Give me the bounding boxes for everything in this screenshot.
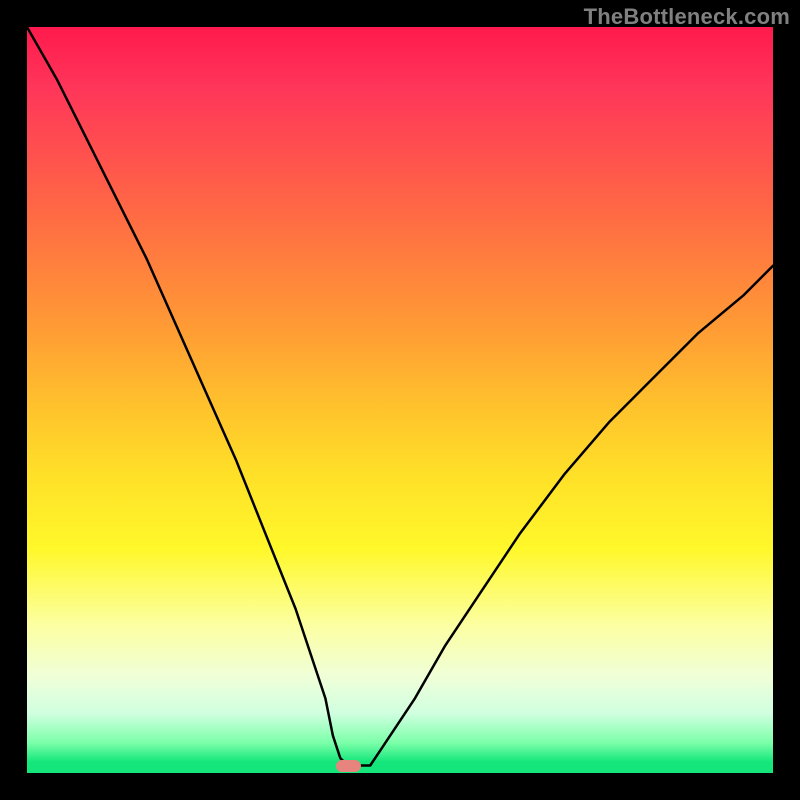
- bottleneck-curve: [27, 27, 773, 773]
- watermark-text: TheBottleneck.com: [584, 4, 790, 30]
- curve-minimum-marker: [336, 760, 361, 772]
- chart-frame: TheBottleneck.com: [0, 0, 800, 800]
